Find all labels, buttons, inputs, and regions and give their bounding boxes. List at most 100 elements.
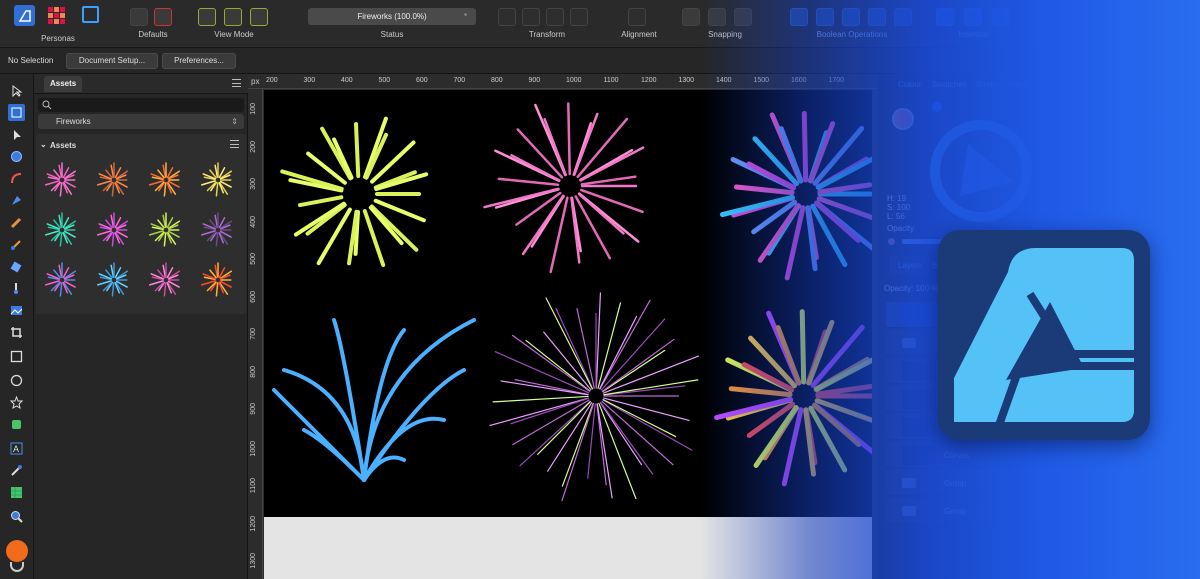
subtract-boolean-icon[interactable] — [816, 8, 834, 26]
active-colour-swatch[interactable] — [892, 108, 914, 130]
fill-tool-icon[interactable] — [8, 258, 25, 275]
node-tool-icon[interactable] — [8, 126, 25, 143]
layer-row[interactable]: Curves — [886, 442, 1196, 468]
flip-horizontal-icon[interactable] — [498, 8, 516, 26]
tab-brushes[interactable]: B — [932, 261, 937, 270]
asset-thumbnail-grid[interactable] — [40, 158, 244, 308]
chevron-down-icon[interactable]: ⌄ — [40, 140, 47, 149]
star-icon[interactable]: * — [464, 8, 467, 25]
asset-thumbnail[interactable] — [44, 162, 77, 197]
tab-appearance[interactable]: Appe — [1008, 80, 1027, 89]
table-tool-icon[interactable] — [8, 484, 25, 501]
revert-defaults-icon[interactable] — [154, 8, 172, 26]
colour-picker-icon[interactable] — [932, 102, 942, 112]
tab-swatches[interactable]: Swatches — [932, 80, 967, 89]
intersect-boolean-icon[interactable] — [842, 8, 860, 26]
view-normal-icon[interactable] — [198, 8, 216, 26]
asset-thumbnail[interactable] — [200, 212, 233, 247]
search-icon — [42, 100, 52, 110]
artistic-text-tool-icon[interactable]: A — [8, 440, 25, 457]
contour-tool-icon[interactable] — [8, 148, 25, 165]
tab-colour[interactable]: Colour — [898, 80, 922, 89]
tab-layers[interactable]: Layers — [898, 261, 922, 270]
xor-boolean-icon[interactable] — [868, 8, 886, 26]
ruler-tick-label: 600 — [416, 77, 428, 84]
document-setup-button[interactable]: Document Setup... — [66, 53, 158, 69]
colour-wheel[interactable] — [926, 116, 1036, 226]
asset-thumbnail[interactable] — [44, 262, 77, 297]
align-icon[interactable] — [628, 8, 646, 26]
group-menu-icon[interactable] — [230, 140, 239, 148]
asset-thumbnail[interactable] — [96, 262, 129, 297]
rectangle-tool-icon[interactable] — [8, 348, 25, 365]
snapping-options-icon[interactable] — [682, 8, 700, 26]
asset-thumbnail[interactable] — [148, 262, 181, 297]
artboard[interactable] — [264, 90, 882, 517]
asset-thumbnail[interactable] — [96, 162, 129, 197]
vertical-ruler[interactable]: 100 200 300 400 500 600 700 800 900 1000 1100 1200 1… — [248, 89, 263, 579]
firework-blue-pink[interactable] — [719, 110, 880, 281]
snap-toggle-icon[interactable] — [708, 8, 726, 26]
fill-color-swatch[interactable] — [6, 540, 28, 562]
layer-row[interactable]: Group — [886, 470, 1196, 496]
move-tool-icon[interactable] — [8, 82, 25, 99]
fireworks-artwork[interactable] — [264, 90, 882, 517]
ruler-tick-label: 1500 — [753, 77, 770, 84]
view-retina-icon[interactable] — [250, 8, 268, 26]
vector-brush-tool-icon[interactable] — [8, 236, 25, 253]
zoom-tool-icon[interactable] — [8, 508, 25, 525]
pixel-persona-icon[interactable] — [48, 7, 65, 24]
asset-category-select[interactable]: Fireworks ⇕ — [38, 114, 244, 129]
add-boolean-icon[interactable] — [790, 8, 808, 26]
crop-tool-icon[interactable] — [8, 324, 25, 341]
asset-thumbnail[interactable] — [148, 162, 181, 197]
preferences-button[interactable]: Preferences... — [162, 53, 236, 69]
pen-tool-icon[interactable] — [8, 192, 25, 209]
designer-logo-icon — [954, 248, 1134, 430]
corner-tool-icon[interactable] — [8, 170, 25, 187]
layer-row[interactable]: Group — [886, 498, 1196, 524]
ruler-unit: px — [251, 77, 260, 86]
firework-purple[interactable] — [489, 292, 700, 502]
divide-boolean-icon[interactable] — [894, 8, 912, 26]
saturation-value: S: 100 — [887, 203, 911, 212]
layer-opacity[interactable]: Opacity: 100 % — [884, 284, 938, 293]
firework-blue-fountain[interactable] — [272, 318, 476, 482]
magnet-icon[interactable] — [734, 8, 752, 26]
sync-defaults-icon[interactable] — [130, 8, 148, 26]
rotate-right-icon[interactable] — [570, 8, 588, 26]
asset-thumbnail[interactable] — [44, 212, 77, 247]
tab-stroke[interactable]: Stroke — [976, 80, 999, 89]
place-image-tool-icon[interactable] — [8, 302, 25, 319]
horizontal-ruler[interactable]: px 200 300 400 500 600 700 800 900 1000 1100 1200 1… — [248, 74, 878, 89]
tab-assets[interactable]: Assets — [44, 76, 83, 92]
flip-vertical-icon[interactable] — [522, 8, 540, 26]
asset-thumbnail[interactable] — [148, 212, 181, 247]
shape-tool-icon[interactable] — [8, 394, 25, 411]
asset-thumbnail[interactable] — [96, 212, 129, 247]
export-persona-icon[interactable] — [82, 6, 99, 23]
artboard-tool-icon[interactable] — [8, 104, 25, 121]
asset-thumbnail[interactable] — [200, 162, 233, 197]
assets-panel: Assets Fireworks ⇕ ⌄ Assets — [34, 74, 248, 579]
insert-inside-icon[interactable] — [992, 8, 1010, 26]
designer-persona-icon[interactable] — [14, 5, 35, 26]
view-pixel-icon[interactable] — [224, 8, 242, 26]
insert-top-icon[interactable] — [964, 8, 982, 26]
ruler-tick-label: 1200 — [250, 515, 257, 532]
stroke-color-swatch[interactable] — [10, 562, 24, 572]
transparency-tool-icon[interactable] — [8, 280, 25, 297]
pencil-tool-icon[interactable] — [8, 214, 25, 231]
panel-menu-icon[interactable] — [232, 79, 241, 87]
firework-yellow[interactable] — [280, 116, 429, 267]
firework-rainbow[interactable] — [714, 309, 882, 487]
color-picker-tool-icon[interactable] — [8, 462, 25, 479]
document-status[interactable]: Fireworks (100.0%) — [308, 8, 476, 25]
asset-thumbnail[interactable] — [200, 262, 233, 297]
rotate-left-icon[interactable] — [546, 8, 564, 26]
ellipse-tool-icon[interactable] — [8, 372, 25, 389]
green-shape-tool-icon[interactable] — [8, 416, 25, 433]
insert-behind-icon[interactable] — [936, 8, 954, 26]
asset-search-input[interactable] — [38, 98, 244, 112]
firework-pink[interactable] — [483, 102, 645, 274]
